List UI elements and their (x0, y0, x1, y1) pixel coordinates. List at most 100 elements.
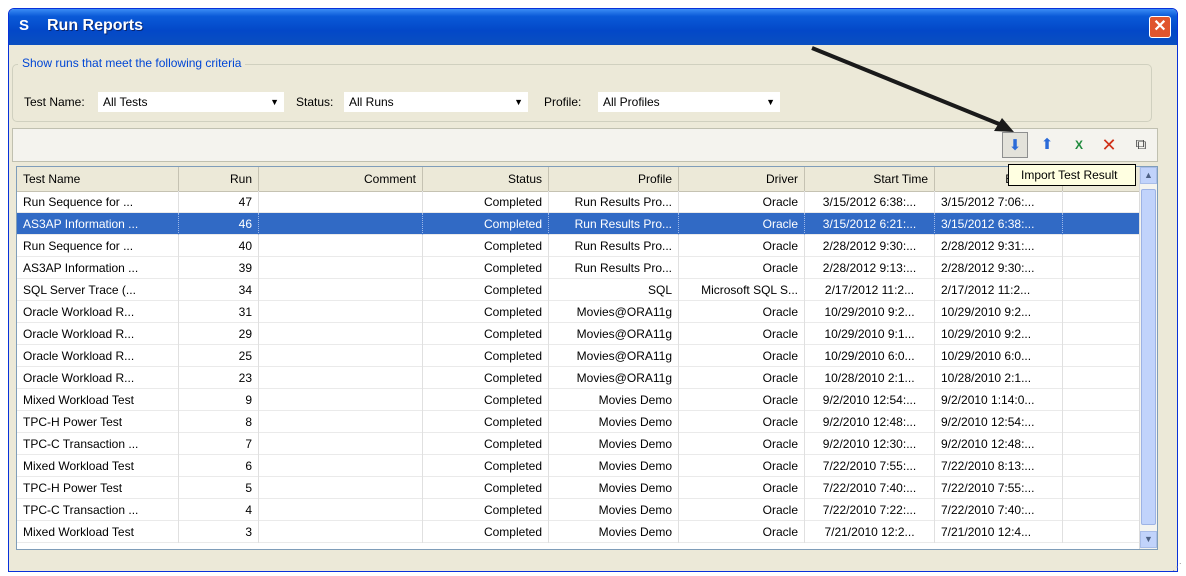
cell-test-name: SQL Server Trace (... (17, 279, 179, 301)
cell-profile: Movies@ORA11g (549, 323, 679, 345)
column-header-profile[interactable]: Profile (549, 167, 679, 191)
cell-status: Completed (423, 389, 549, 411)
profile-select[interactable]: All Profiles ▼ (598, 92, 780, 112)
cell-run: 5 (179, 477, 259, 499)
table-row[interactable]: AS3AP Information ... 46 Completed Run Resu… (17, 213, 1141, 235)
cell-run: 47 (179, 191, 259, 213)
cell-driver: Oracle (679, 345, 805, 367)
cell-test-name: Mixed Workload Test (17, 389, 179, 411)
table-row[interactable]: Oracle Workload R... 25 Completed Movies@OR… (17, 345, 1141, 367)
column-header-start-time[interactable]: Start Time (805, 167, 935, 191)
excel-icon[interactable]: X (1066, 132, 1092, 158)
table-row[interactable]: TPC-H Power Test 8 Completed Movies Demo Ora… (17, 411, 1141, 433)
cell-run: 34 (179, 279, 259, 301)
cell-run: 29 (179, 323, 259, 345)
status-select[interactable]: All Runs ▼ (344, 92, 528, 112)
table-row[interactable]: Mixed Workload Test 9 Completed Movies Demo… (17, 389, 1141, 411)
cell-end-time: 7/22/2010 8:13:... (935, 455, 1063, 477)
cell-start-time: 9/2/2010 12:54:... (805, 389, 935, 411)
cell-start-time: 7/22/2010 7:55:... (805, 455, 935, 477)
cell-start-time: 2/28/2012 9:13:... (805, 257, 935, 279)
cell-start-time: 3/15/2012 6:21:... (805, 213, 935, 235)
cell-end-time: 10/28/2010 2:1... (935, 367, 1063, 389)
cell-status: Completed (423, 213, 549, 235)
table-row[interactable]: Mixed Workload Test 3 Completed Movies Demo… (17, 521, 1141, 543)
cell-start-time: 9/2/2010 12:30:... (805, 433, 935, 455)
cell-end-time: 3/15/2012 7:06:... (935, 191, 1063, 213)
table-row[interactable]: TPC-H Power Test 5 Completed Movies Demo Ora… (17, 477, 1141, 499)
cell-driver: Oracle (679, 477, 805, 499)
export-icon[interactable]: ⬆ (1034, 132, 1060, 158)
cell-status: Completed (423, 433, 549, 455)
cell-profile: Movies Demo (549, 499, 679, 521)
cell-profile: Run Results Pro... (549, 235, 679, 257)
cell-start-time: 9/2/2010 12:48:... (805, 411, 935, 433)
table-row[interactable]: Run Sequence for ... 47 Completed Run Resul… (17, 191, 1141, 213)
cell-profile: Movies Demo (549, 477, 679, 499)
properties-icon[interactable]: ⧉ (1128, 132, 1154, 158)
table-row[interactable]: TPC-C Transaction ... 4 Completed Movies De… (17, 499, 1141, 521)
cell-end-time: 2/28/2012 9:31:... (935, 235, 1063, 257)
cell-comment (259, 499, 423, 521)
delete-icon[interactable]: ✕ (1096, 132, 1122, 158)
table-row[interactable]: AS3AP Information ... 39 Completed Run Resu… (17, 257, 1141, 279)
cell-run: 4 (179, 499, 259, 521)
cell-status: Completed (423, 235, 549, 257)
toolbar (12, 128, 1158, 162)
window-title: Run Reports (47, 17, 143, 34)
cell-test-name: Oracle Workload R... (17, 367, 179, 389)
test-name-select[interactable]: All Tests ▼ (98, 92, 284, 112)
cell-status: Completed (423, 301, 549, 323)
cell-run: 7 (179, 433, 259, 455)
close-button[interactable]: ✕ (1149, 16, 1171, 38)
table-row[interactable]: SQL Server Trace (... 34 Completed SQL Micro… (17, 279, 1141, 301)
title-bar[interactable]: S Run Reports ✕ (9, 9, 1177, 45)
cell-comment (259, 477, 423, 499)
cell-status: Completed (423, 345, 549, 367)
scroll-thumb[interactable] (1141, 189, 1156, 525)
table-row[interactable]: Mixed Workload Test 6 Completed Movies Demo… (17, 455, 1141, 477)
table-row[interactable]: Run Sequence for ... 40 Completed Run Resul… (17, 235, 1141, 257)
resize-grip-icon[interactable]: ⋰ (1172, 562, 1184, 574)
table-row[interactable]: Oracle Workload R... 31 Completed Movies@OR… (17, 301, 1141, 323)
dropdown-arrow-icon[interactable]: ▼ (270, 93, 279, 111)
vertical-scrollbar[interactable]: ▲ ▼ (1139, 167, 1157, 549)
column-header-driver[interactable]: Driver (679, 167, 805, 191)
column-header-status[interactable]: Status (423, 167, 549, 191)
cell-status: Completed (423, 521, 549, 543)
cell-comment (259, 213, 423, 235)
cell-driver: Oracle (679, 433, 805, 455)
cell-test-name: AS3AP Information ... (17, 257, 179, 279)
cell-start-time: 2/28/2012 9:30:... (805, 235, 935, 257)
cell-test-name: Oracle Workload R... (17, 301, 179, 323)
cell-comment (259, 323, 423, 345)
dropdown-arrow-icon[interactable]: ▼ (766, 93, 775, 111)
dropdown-arrow-icon[interactable]: ▼ (514, 93, 523, 111)
table-row[interactable]: TPC-C Transaction ... 7 Completed Movies De… (17, 433, 1141, 455)
cell-driver: Oracle (679, 499, 805, 521)
column-header-run[interactable]: Run (179, 167, 259, 191)
runs-table: Test Name Run Comment Status Profile Dri… (16, 166, 1158, 550)
column-header-test-name[interactable]: Test Name (17, 167, 179, 191)
table-row[interactable]: Oracle Workload R... 29 Completed Movies@OR… (17, 323, 1141, 345)
cell-end-time: 10/29/2010 9:2... (935, 323, 1063, 345)
profile-label: Profile: (544, 95, 582, 109)
cell-profile: Run Results Pro... (549, 257, 679, 279)
cell-profile: Movies@ORA11g (549, 345, 679, 367)
scroll-up-icon[interactable]: ▲ (1140, 167, 1157, 184)
import-icon[interactable]: ⬇ (1002, 132, 1028, 158)
cell-test-name: TPC-H Power Test (17, 477, 179, 499)
cell-comment (259, 389, 423, 411)
cell-status: Completed (423, 477, 549, 499)
scroll-down-icon[interactable]: ▼ (1140, 531, 1157, 548)
cell-driver: Microsoft SQL S... (679, 279, 805, 301)
cell-profile: Movies@ORA11g (549, 301, 679, 323)
cell-comment (259, 301, 423, 323)
cell-run: 9 (179, 389, 259, 411)
table-row[interactable]: Oracle Workload R... 23 Completed Movies@OR… (17, 367, 1141, 389)
cell-driver: Oracle (679, 235, 805, 257)
column-header-comment[interactable]: Comment (259, 167, 423, 191)
cell-test-name: Run Sequence for ... (17, 191, 179, 213)
cell-profile: Movies Demo (549, 389, 679, 411)
cell-comment (259, 455, 423, 477)
